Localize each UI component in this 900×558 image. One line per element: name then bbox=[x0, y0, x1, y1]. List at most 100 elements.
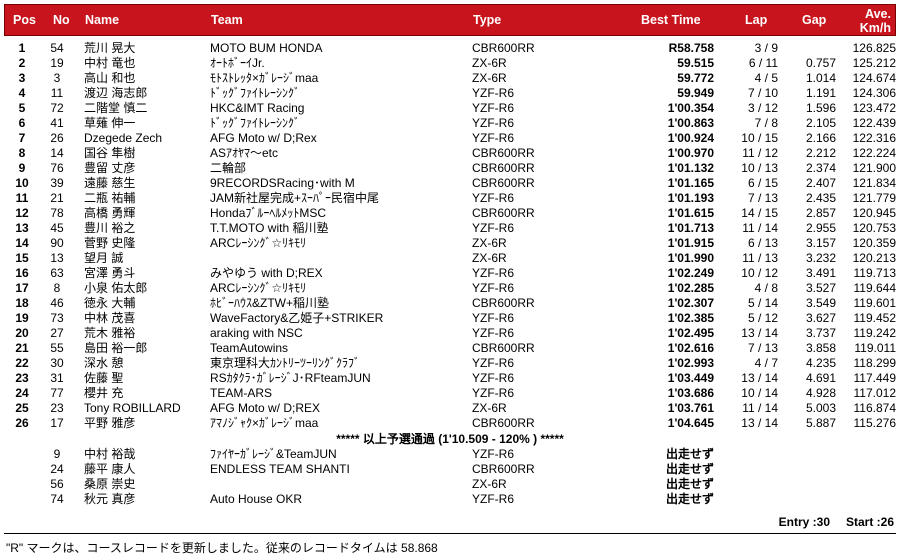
cell-gap: 2.105 bbox=[805, 116, 836, 130]
cell-no: 45 bbox=[50, 221, 64, 235]
start-count: Start :26 bbox=[845, 515, 894, 529]
cell-gap: 1.596 bbox=[805, 101, 836, 115]
cell-best: 1'00.354 bbox=[667, 101, 714, 115]
cell-pos: 17 bbox=[15, 281, 29, 295]
cell-best: 1'02.249 bbox=[667, 266, 714, 280]
cell-no: 90 bbox=[50, 236, 64, 250]
cell-name: 平野 雅彦 bbox=[84, 416, 136, 430]
cell-lap: 5 / 14 bbox=[747, 296, 778, 310]
header-team: Team bbox=[211, 13, 243, 27]
cell-name: 草薙 伸一 bbox=[84, 116, 136, 130]
cell-type: YZF-R6 bbox=[472, 131, 514, 145]
cell-type: ZX-6R bbox=[472, 56, 507, 70]
cell-no: 19 bbox=[50, 56, 64, 70]
cell-pos: 1 bbox=[18, 41, 26, 55]
cell-type: CBR600RR bbox=[472, 176, 535, 190]
cell-gap: 0.757 bbox=[805, 56, 836, 70]
cell-pos: 3 bbox=[18, 71, 26, 85]
cell-name: 遠藤 慈生 bbox=[84, 176, 136, 190]
header-ave-line1: Ave. bbox=[865, 7, 891, 21]
cell-name: 桑原 崇史 bbox=[84, 477, 136, 491]
cell-lap: 11 / 13 bbox=[742, 251, 778, 265]
cell-lap: 11 / 12 bbox=[742, 146, 778, 160]
cell-ave: 120.753 bbox=[852, 221, 896, 235]
cell-ave: 124.306 bbox=[852, 86, 896, 100]
cell-gap: 2.955 bbox=[805, 221, 836, 235]
cell-name: 秋元 真彦 bbox=[84, 492, 136, 506]
cell-best: 1'01.990 bbox=[667, 251, 714, 265]
cell-team: T.T.MOTO with 稲川塾 bbox=[210, 221, 329, 235]
cell-team: ARCﾚｰｼﾝｸﾞ☆ﾘｷﾓﾘ bbox=[210, 236, 307, 250]
footer-divider bbox=[4, 533, 896, 534]
cell-best: 1'00.970 bbox=[667, 146, 714, 160]
cell-lap: 7 / 8 bbox=[754, 116, 778, 130]
cell-no: 73 bbox=[50, 311, 64, 325]
header-pos: Pos bbox=[13, 13, 36, 27]
cell-team: ASｱｵﾔﾏ～etc bbox=[210, 146, 279, 160]
cell-team: araking with NSC bbox=[210, 326, 303, 340]
cell-pos: 12 bbox=[15, 206, 29, 220]
table-row: 15 13 望月 誠 ZX-6R 1'01.990 11 / 13 3.232 120.213 bbox=[4, 251, 896, 266]
cell-ave: 125.212 bbox=[852, 56, 896, 70]
cell-type: CBR600RR bbox=[472, 341, 535, 355]
cell-type: YZF-R6 bbox=[472, 492, 514, 506]
cell-no: 41 bbox=[50, 116, 64, 130]
cell-best: 1'01.193 bbox=[667, 191, 714, 205]
cell-name: 荒木 雅裕 bbox=[84, 326, 136, 340]
cell-team: HondaﾌﾞﾙｰﾍﾙﾒｯﾄMSC bbox=[210, 206, 327, 220]
cell-pos: 4 bbox=[18, 86, 26, 100]
cell-ave: 121.834 bbox=[852, 176, 896, 190]
cell-pos: 20 bbox=[15, 326, 29, 340]
table-header: Pos No Name Team Type Best Time Lap Gap … bbox=[4, 4, 896, 36]
cell-ave: 115.276 bbox=[853, 416, 897, 430]
cell-type: YZF-R6 bbox=[472, 116, 514, 130]
cell-type: CBR600RR bbox=[472, 161, 535, 175]
cell-team: Auto House OKR bbox=[210, 492, 303, 506]
cell-team: TEAM-ARS bbox=[210, 386, 273, 400]
cell-pos: 24 bbox=[15, 386, 29, 400]
cell-gap: 4.928 bbox=[805, 386, 836, 400]
cell-type: YZF-R6 bbox=[472, 101, 514, 115]
cell-type: YZF-R6 bbox=[472, 266, 514, 280]
cell-lap: 7 / 10 bbox=[747, 86, 778, 100]
table-row: 74 秋元 真彦 Auto House OKR YZF-R6 出走せず bbox=[4, 492, 896, 507]
cell-ave: 116.874 bbox=[853, 401, 897, 415]
cell-name: 中村 裕哉 bbox=[84, 447, 136, 461]
cell-gap: 3.858 bbox=[805, 341, 836, 355]
cell-team: TeamAutowins bbox=[210, 341, 289, 355]
table-row: 8 14 国谷 隼樹 ASｱｵﾔﾏ～etc CBR600RR 1'00.970 11 / 1… bbox=[4, 146, 896, 161]
cell-pos: 15 bbox=[15, 251, 29, 265]
cell-gap: 2.857 bbox=[805, 206, 836, 220]
cell-no: 13 bbox=[50, 251, 64, 265]
cell-name: 二階堂 慎二 bbox=[84, 101, 148, 115]
cell-name: 高山 和也 bbox=[84, 71, 136, 85]
cell-best: 1'00.924 bbox=[667, 131, 714, 145]
cell-pos: 11 bbox=[15, 191, 29, 205]
cell-name: 菅野 史隆 bbox=[84, 236, 136, 250]
cell-pos: 14 bbox=[15, 236, 29, 250]
cell-no: 76 bbox=[50, 161, 64, 175]
cell-pos: 8 bbox=[18, 146, 26, 160]
cell-team: ﾄﾞｯｸﾞﾌｧｲﾄﾚｰｼﾝｸﾞ bbox=[210, 116, 301, 130]
cell-lap: 6 / 13 bbox=[747, 236, 778, 250]
cell-gap: 3.549 bbox=[805, 296, 836, 310]
cell-name: Dzegede Zech bbox=[84, 131, 163, 145]
header-ave-line2: Km/h bbox=[859, 21, 891, 35]
cell-ave: 119.011 bbox=[854, 341, 896, 355]
cell-name: 二瓶 祐輔 bbox=[84, 191, 136, 205]
cell-lap: 13 / 14 bbox=[741, 416, 778, 430]
cell-lap: 7 / 13 bbox=[747, 191, 778, 205]
cell-pos: 9 bbox=[18, 161, 26, 175]
cell-name: 国谷 隼樹 bbox=[84, 146, 136, 160]
header-best-time: Best Time bbox=[641, 13, 701, 27]
cell-ave: 119.601 bbox=[853, 296, 897, 310]
cell-pos: 18 bbox=[15, 296, 29, 310]
cell-best: 1'02.385 bbox=[667, 311, 714, 325]
cell-gap: 2.212 bbox=[805, 146, 836, 160]
cell-gap: 3.737 bbox=[805, 326, 836, 340]
cell-no: 55 bbox=[50, 341, 64, 355]
cell-team: ｱﾏﾉｼﾞｬｸ×ｶﾞﾚｰｼﾞmaa bbox=[210, 416, 319, 430]
header-ave: Ave. Km/h bbox=[860, 7, 891, 35]
table-row: 22 30 深水 憩 東京理科大ｶﾝﾄﾘｰﾂｰﾘﾝｸﾞｸﾗﾌﾞ YZF-R6 1'02.9… bbox=[4, 356, 896, 371]
cell-type: CBR600RR bbox=[472, 416, 535, 430]
